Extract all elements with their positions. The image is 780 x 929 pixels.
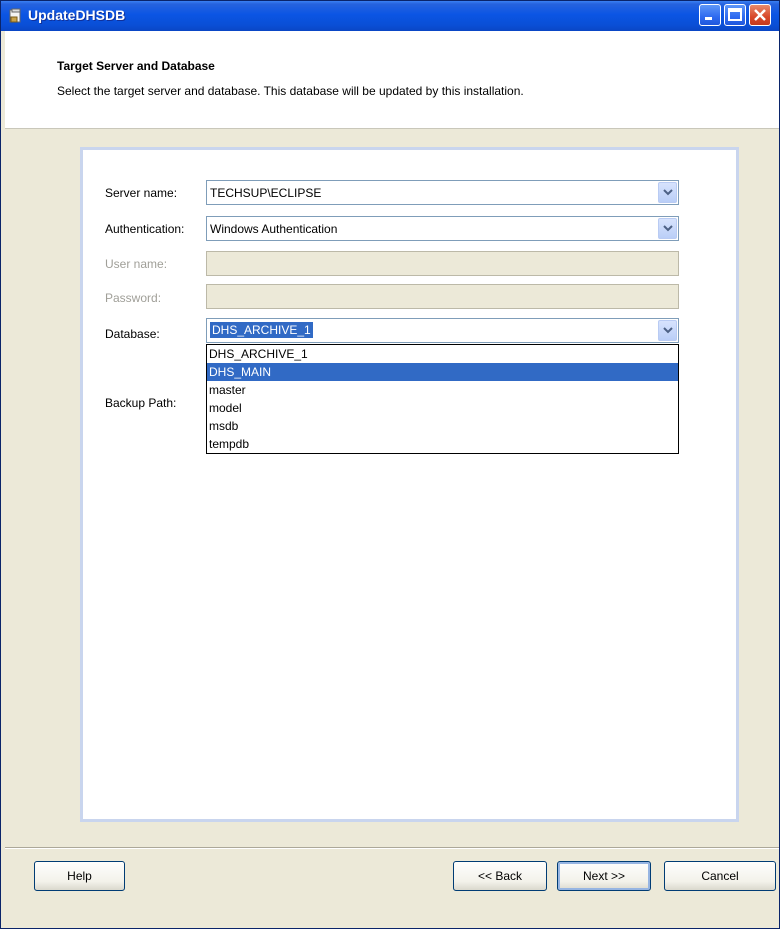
database-option[interactable]: tempdb — [207, 435, 678, 453]
backup-path-label: Backup Path: — [105, 396, 177, 410]
footer-divider — [5, 847, 779, 849]
database-option[interactable]: model — [207, 399, 678, 417]
database-label: Database: — [105, 327, 160, 341]
database-dropdown-list: DHS_ARCHIVE_1 DHS_MAIN master model msdb… — [206, 344, 679, 454]
database-value: DHS_ARCHIVE_1 — [210, 322, 313, 338]
window-title: UpdateDHSDB — [28, 7, 126, 23]
page-title: Target Server and Database — [57, 59, 215, 73]
authentication-value: Windows Authentication — [210, 222, 338, 236]
installer-window: UpdateDHSDB Target Server and Database S… — [0, 0, 780, 929]
chevron-down-icon — [663, 189, 673, 196]
database-option[interactable]: master — [207, 381, 678, 399]
server-dropdown-button[interactable] — [658, 182, 677, 203]
user-name-field[interactable] — [206, 251, 679, 276]
close-button[interactable] — [749, 4, 771, 26]
database-option-highlighted[interactable]: DHS_MAIN — [207, 363, 678, 381]
authentication-combo[interactable]: Windows Authentication — [206, 216, 679, 241]
app-icon — [9, 8, 21, 23]
database-dropdown-button[interactable] — [658, 320, 677, 341]
password-label: Password: — [105, 291, 162, 305]
database-combo[interactable]: DHS_ARCHIVE_1 — [206, 318, 679, 343]
maximize-button[interactable] — [724, 4, 746, 26]
title-bar[interactable]: UpdateDHSDB — [1, 1, 779, 31]
minimize-button[interactable] — [699, 4, 721, 26]
chevron-down-icon — [663, 225, 673, 232]
page-description: Select the target server and database. T… — [57, 84, 524, 98]
next-button[interactable]: Next >> — [557, 861, 651, 891]
cancel-button[interactable]: Cancel — [664, 861, 776, 891]
help-button[interactable]: Help — [34, 861, 125, 891]
database-option[interactable]: msdb — [207, 417, 678, 435]
form-panel — [80, 147, 739, 822]
server-name-label: Server name: — [105, 186, 178, 200]
authentication-dropdown-button[interactable] — [658, 218, 677, 239]
back-button[interactable]: << Back — [453, 861, 547, 891]
user-name-label: User name: — [105, 257, 168, 271]
authentication-label: Authentication: — [105, 222, 185, 236]
password-field[interactable] — [206, 284, 679, 309]
minimize-icon — [705, 17, 712, 20]
database-option[interactable]: DHS_ARCHIVE_1 — [207, 345, 678, 363]
close-icon — [754, 9, 766, 21]
wizard-header: Target Server and Database Select the ta… — [5, 31, 779, 129]
server-name-value: TECHSUP\ECLIPSE — [210, 186, 322, 200]
chevron-down-icon — [663, 327, 673, 334]
maximize-icon — [728, 8, 742, 21]
server-name-combo[interactable]: TECHSUP\ECLIPSE — [206, 180, 679, 205]
